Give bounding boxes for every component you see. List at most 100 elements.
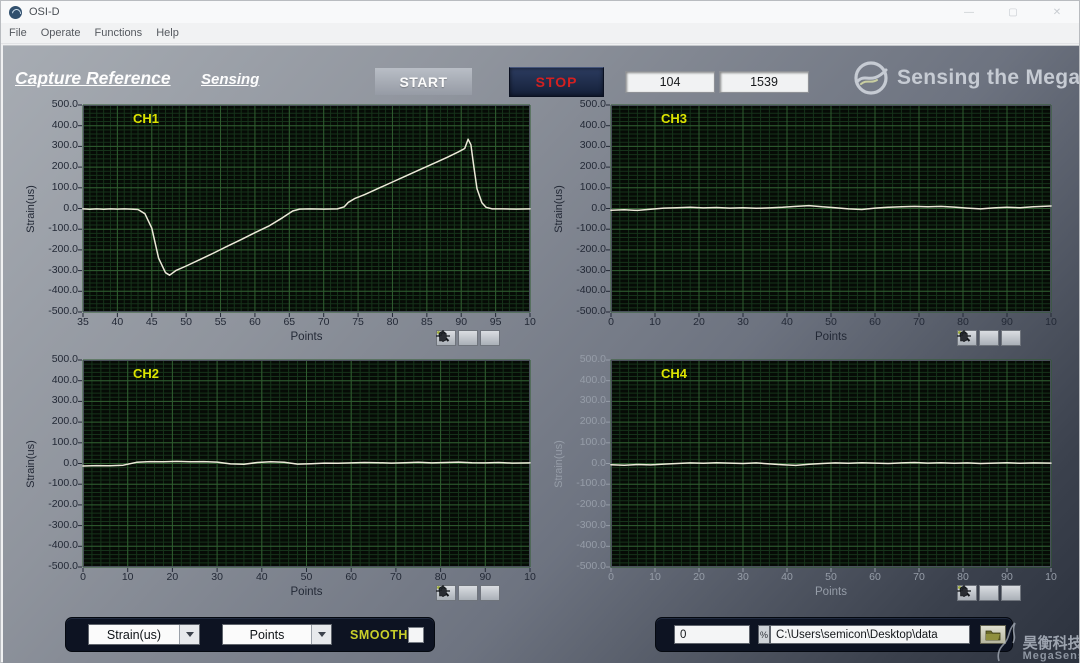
menu-operate[interactable]: Operate <box>41 27 81 39</box>
x-axis-tick-label: 0 <box>80 571 86 583</box>
channel-label-ch1: CH1 <box>133 111 159 126</box>
app-window: OSI-D — ▢ ✕ File Operate Functions Help … <box>0 0 1080 663</box>
x-axis-tick-label: 75 <box>352 316 364 328</box>
y-axis-tick-label: -200.0 <box>556 498 606 510</box>
y-axis-tick-label: -300.0 <box>28 264 78 276</box>
y-axis-tick-label: -300.0 <box>28 519 78 531</box>
x-axis-tick-label: 20 <box>693 316 705 328</box>
pan-tool-button[interactable] <box>1001 330 1021 346</box>
x-axis-tick-label: 40 <box>112 316 124 328</box>
chart-ch3[interactable]: CH3500.0400.0300.0200.0100.00.0-100.0-20… <box>611 105 1051 312</box>
x-axis-tick-label: 95 <box>490 316 502 328</box>
plot-area <box>611 105 1051 312</box>
x-axis-label: Points <box>815 586 847 598</box>
x-axis-tick-label: 45 <box>146 316 158 328</box>
x-axis-tick-label: 90 <box>1001 571 1013 583</box>
y-axis-tick-label: -500.0 <box>28 560 78 572</box>
brand-text: Sensing the Mega <box>897 66 1079 90</box>
file-index-input[interactable]: 0 <box>674 625 750 644</box>
graph-palette <box>957 330 1021 346</box>
maximize-button[interactable]: ▢ <box>991 1 1035 23</box>
menu-file[interactable]: File <box>9 27 27 39</box>
x-axis-tick-label: 90 <box>455 316 467 328</box>
x-axis-tick-label: 10 <box>524 316 536 328</box>
plot-area <box>83 360 530 567</box>
menu-help[interactable]: Help <box>156 27 179 39</box>
data-path-input[interactable]: C:\Users\semicon\Desktop\data <box>770 625 970 644</box>
y-axis-tick-label: 400.0 <box>28 119 78 131</box>
x-axis-tick-label: 65 <box>283 316 295 328</box>
x-axis-tick-label: 80 <box>957 571 969 583</box>
chevron-down-icon[interactable] <box>311 625 331 644</box>
close-button[interactable]: ✕ <box>1035 1 1079 23</box>
x-axis-tick-label: 55 <box>215 316 227 328</box>
x-axis-tick-label: 70 <box>390 571 402 583</box>
start-button[interactable]: START <box>375 68 472 95</box>
x-axis-tick-label: 50 <box>825 316 837 328</box>
x-axis-tick-label: 30 <box>737 571 749 583</box>
y-axis-tick-label: -400.0 <box>556 539 606 551</box>
minimize-button[interactable]: — <box>947 1 991 23</box>
y-axis-tick-label: 200.0 <box>28 160 78 172</box>
watermark-cn-text: 昊衡科技 <box>1023 636 1079 652</box>
x-axis-tick-label: 60 <box>869 571 881 583</box>
y-axis-tick-label: 200.0 <box>28 415 78 427</box>
chart-ch2[interactable]: CH2500.0400.0300.0200.0100.00.0-100.0-20… <box>83 360 530 567</box>
x-axis-tick-label: 30 <box>211 571 223 583</box>
channel-label-ch2: CH2 <box>133 366 159 381</box>
graph-palette <box>957 585 1021 601</box>
y-axis-label: Strain(us) <box>25 185 37 233</box>
zoom-tool-button[interactable] <box>979 330 999 346</box>
x-axis-tick-label: 80 <box>387 316 399 328</box>
watermark-en-text: MegaSens <box>1023 651 1079 663</box>
y-axis-tick-label: 500.0 <box>28 353 78 365</box>
zoom-tool-button[interactable] <box>979 585 999 601</box>
smooth-checkbox[interactable] <box>408 627 424 643</box>
y-unit-dropdown[interactable]: Strain(us) <box>88 624 200 645</box>
y-axis-tick-label: -200.0 <box>28 243 78 255</box>
brand-swirl-icon <box>853 60 889 96</box>
y-axis-tick-label: -200.0 <box>28 498 78 510</box>
x-axis-tick-label: 40 <box>256 571 268 583</box>
sensing-link[interactable]: Sensing <box>201 71 259 88</box>
capture-reference-link[interactable]: Capture Reference <box>15 68 171 89</box>
x-axis-label: Points <box>291 331 323 343</box>
display-options-bar: Strain(us) Points SMOOTH <box>65 617 435 652</box>
y-axis-tick-label: -500.0 <box>556 560 606 572</box>
y-axis-tick-label: -500.0 <box>556 305 606 317</box>
zoom-tool-button[interactable] <box>458 585 478 601</box>
y-axis-tick-label: 300.0 <box>28 139 78 151</box>
smooth-label: SMOOTH <box>350 628 408 642</box>
pan-tool-button[interactable] <box>480 585 500 601</box>
pan-tool-button[interactable] <box>480 330 500 346</box>
x-axis-tick-label: 60 <box>249 316 261 328</box>
pan-tool-button[interactable] <box>1001 585 1021 601</box>
x-axis-label: Points <box>815 331 847 343</box>
x-axis-tick-label: 40 <box>781 316 793 328</box>
chart-ch1[interactable]: CH1500.0400.0300.0200.0100.00.0-100.0-20… <box>83 105 530 312</box>
y-axis-tick-label: 500.0 <box>556 98 606 110</box>
stop-button[interactable]: STOP <box>509 67 604 97</box>
x-unit-dropdown[interactable]: Points <box>222 624 332 645</box>
main-panel: Capture Reference Sensing START STOP 104… <box>3 45 1079 663</box>
chart-ch4[interactable]: CH4500.0400.0300.0200.0100.00.0-100.0-20… <box>611 360 1051 567</box>
x-axis-label: Points <box>291 586 323 598</box>
x-axis-tick-label: 60 <box>869 316 881 328</box>
chevron-down-icon[interactable] <box>179 625 199 644</box>
menu-functions[interactable]: Functions <box>94 27 142 39</box>
x-axis-tick-label: 20 <box>167 571 179 583</box>
y-axis-tick-label: 200.0 <box>556 415 606 427</box>
zoom-tool-button[interactable] <box>458 330 478 346</box>
y-axis-tick-label: 300.0 <box>556 394 606 406</box>
y-axis-tick-label: -400.0 <box>28 284 78 296</box>
window-controls: — ▢ ✕ <box>947 1 1079 23</box>
browse-folder-button[interactable] <box>980 625 1006 644</box>
y-unit-value: Strain(us) <box>89 625 179 644</box>
x-axis-tick-label: 10 <box>122 571 134 583</box>
x-axis-tick-label: 10 <box>1045 571 1057 583</box>
points-counter-display: 104 <box>625 71 715 93</box>
y-axis-tick-label: -500.0 <box>28 305 78 317</box>
y-axis-label: Strain(us) <box>553 185 565 233</box>
x-axis-tick-label: 10 <box>524 571 536 583</box>
x-axis-tick-label: 70 <box>913 571 925 583</box>
